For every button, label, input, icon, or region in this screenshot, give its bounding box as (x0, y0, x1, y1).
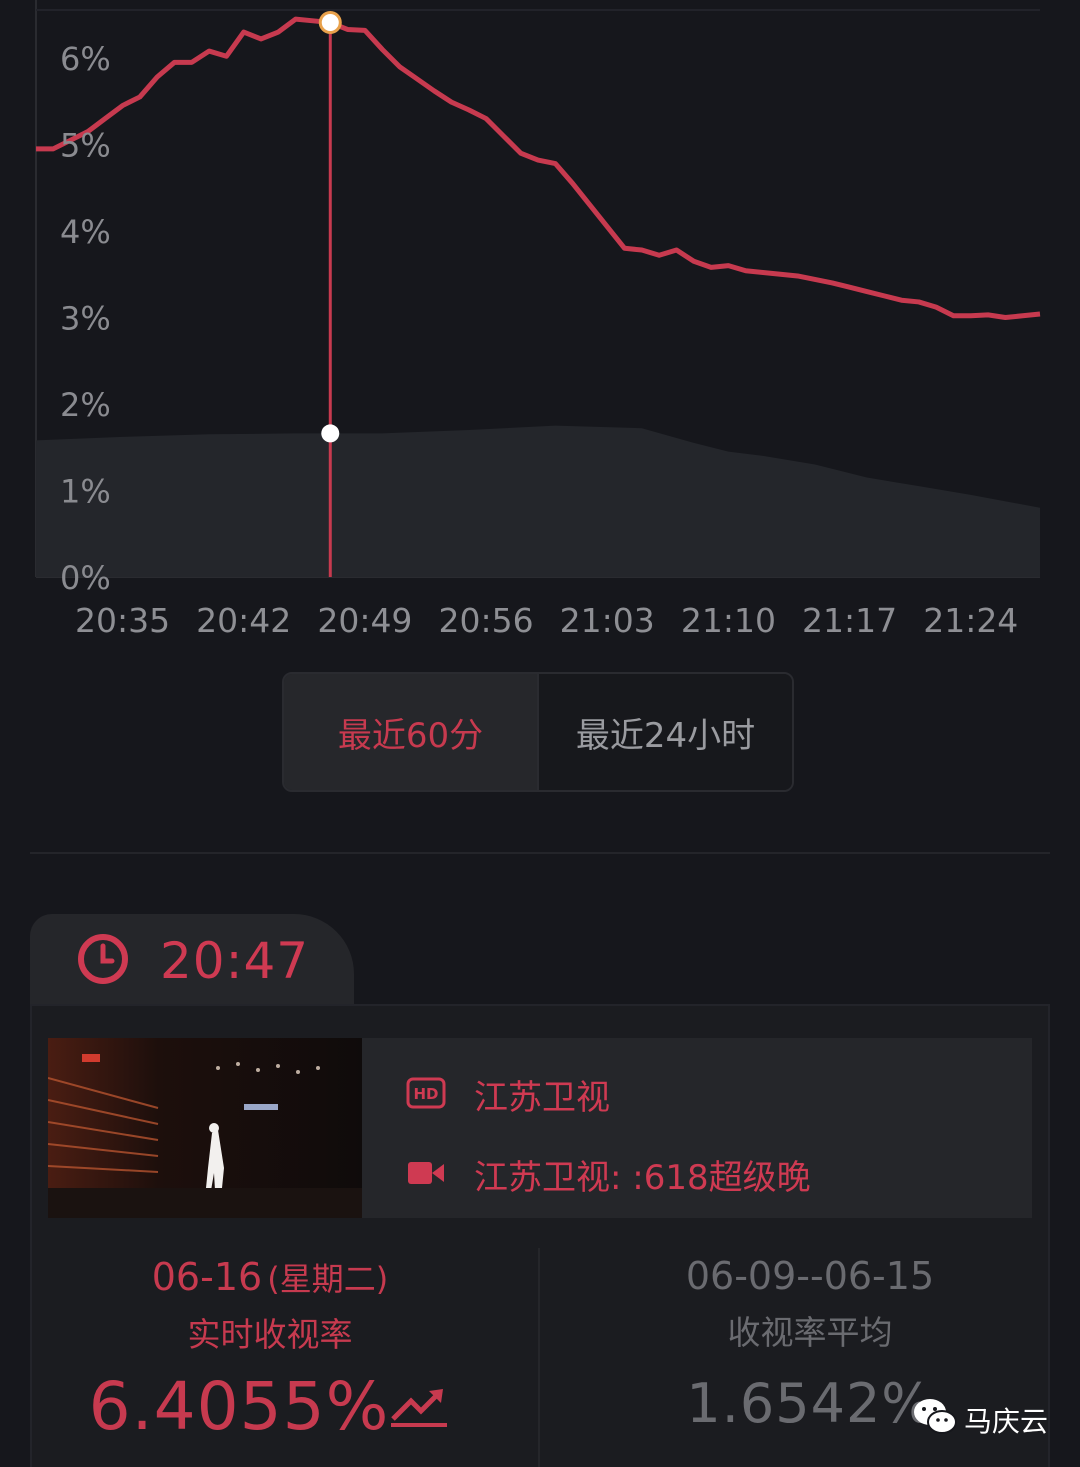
weekly-average-caption: 收视率平均 (727, 1313, 893, 1352)
x-tick-label: 21:24 (923, 601, 1018, 640)
program-info: HD 江苏卫视 江苏卫视: :618超级晚 (362, 1038, 1032, 1218)
selected-time: 20:47 (160, 932, 310, 990)
hd-icon: HD (406, 1077, 446, 1113)
video-camera-icon (406, 1159, 446, 1191)
series-2-area (36, 425, 1040, 577)
x-tick-label: 20:49 (317, 601, 412, 640)
y-tick-label: 1% (60, 473, 111, 511)
x-tick-label: 20:42 (196, 601, 291, 640)
selection-point-line (318, 11, 342, 35)
selected-time-tab[interactable]: 20:47 (30, 914, 354, 1008)
range-24h-button[interactable]: 最近24小时 (537, 674, 792, 790)
y-tick-label: 2% (60, 386, 111, 424)
channel-name: 江苏卫视 (474, 1078, 610, 1118)
clock-icon (76, 932, 130, 990)
range-toggle: 最近60分 最近24小时 (282, 672, 794, 792)
section-divider (30, 852, 1050, 854)
program-row[interactable]: HD 江苏卫视 江苏卫视: :618超级晚 (48, 1038, 1032, 1218)
trend-up-icon (389, 1368, 451, 1445)
x-tick-label: 21:10 (681, 601, 776, 640)
realtime-rating-value-row: 6.4055% (60, 1368, 480, 1445)
rating-chart: 6% 5% 4% 3% 2% 1% 0% 20:35 20:42 20:49 20:56 21:03 2… (0, 0, 1080, 660)
wechat-icon (912, 1396, 958, 1443)
current-date: 06-16 (星期二) (60, 1254, 480, 1300)
stats-divider (538, 1248, 540, 1467)
x-tick-label: 21:17 (802, 601, 897, 640)
watermark: 马庆云 (912, 1396, 1048, 1443)
y-tick-label: 6% (60, 40, 111, 78)
realtime-rating-caption: 实时收视率 (187, 1315, 353, 1354)
date: 06-16 (151, 1255, 263, 1299)
y-tick-label: 4% (60, 213, 111, 251)
y-tick-label: 3% (60, 300, 111, 338)
program-thumbnail (48, 1038, 362, 1218)
rating-chart-svg: 6% 5% 4% 3% 2% 1% 0% 20:35 20:42 20:49 20:56 21:03 2… (35, 0, 1041, 640)
watermark-text: 马庆云 (964, 1404, 1049, 1438)
x-tick-label: 20:56 (439, 601, 534, 640)
weekday: (星期二) (267, 1260, 389, 1298)
series-1-line (36, 16, 1041, 320)
show-line: 江苏卫视: :618超级晚 (406, 1150, 811, 1199)
show-name: 江苏卫视: :618超级晚 (474, 1158, 811, 1198)
x-tick-label: 21:03 (560, 601, 655, 640)
range-60min-button[interactable]: 最近60分 (284, 674, 537, 790)
selection-point-area (321, 424, 340, 443)
channel-line: HD 江苏卫视 (406, 1070, 610, 1119)
realtime-rating-value: 6.4055% (88, 1368, 390, 1445)
date-range: 06-09--06-15 (685, 1254, 935, 1298)
svg-text:HD: HD (413, 1085, 438, 1103)
realtime-rating-stat: 06-16 (星期二) 实时收视率 6.4055% (60, 1254, 480, 1445)
y-tick-label: 5% (60, 127, 111, 165)
y-tick-label: 0% (60, 559, 111, 597)
x-tick-label: 20:35 (75, 601, 170, 640)
